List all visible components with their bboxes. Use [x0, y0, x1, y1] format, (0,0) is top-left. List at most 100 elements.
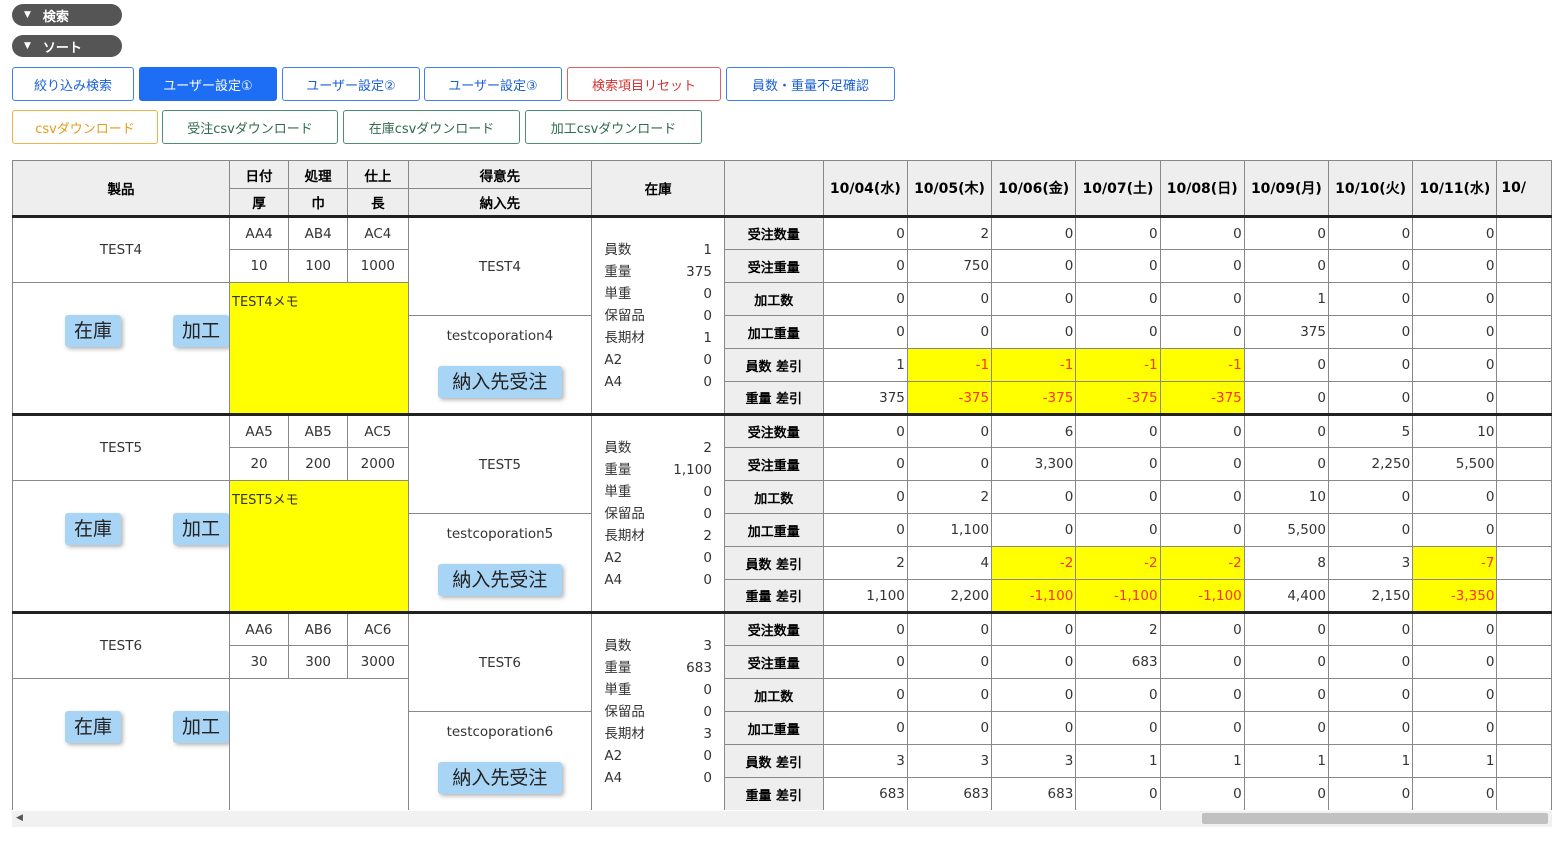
metric-value: 3 [906, 744, 993, 778]
button-btn-row2-0[interactable]: csvダウンロード [12, 110, 158, 144]
metric-label: 加工重量 [723, 513, 824, 547]
sort-toggle-label: ソート [42, 40, 82, 56]
scroll-left-arrow-icon[interactable]: ◀ [16, 813, 23, 823]
metric-value: 0 [906, 611, 993, 646]
metric-value-cut [1496, 413, 1552, 448]
button-btn-row2-1[interactable]: 受注csvダウンロード [162, 110, 338, 144]
search-toggle[interactable]: ▼ 検索 [12, 4, 122, 26]
metric-value: 0 [1075, 413, 1161, 448]
button-btn-row1-1[interactable]: ユーザー設定① [139, 67, 277, 101]
metric-value: 0 [1243, 711, 1329, 745]
stock-label: 重量 [604, 263, 632, 280]
metric-label: 加工重量 [723, 711, 824, 745]
metric-value: 0 [1412, 315, 1498, 349]
metric-value: 0 [822, 282, 908, 316]
stock-value: 0 [703, 770, 712, 786]
ship-order-button[interactable]: 納入先受注 [437, 762, 562, 794]
button-btn-row2-3[interactable]: 加工csvダウンロード [525, 110, 702, 144]
metric-label: 加工数 [723, 480, 824, 514]
stock-button[interactable]: 在庫 [65, 711, 121, 743]
ship-order-button[interactable]: 納入先受注 [437, 564, 562, 596]
metric-value: 683 [822, 777, 908, 810]
metric-value: 0 [1243, 348, 1329, 382]
stock-line: 重量 683 [604, 657, 712, 679]
metric-label: 受注数量 [723, 215, 824, 250]
metric-value: 2 [906, 480, 993, 514]
product-dimension: 20 [228, 447, 290, 481]
stock-label: A2 [604, 351, 623, 368]
metric-value: 0 [1075, 282, 1161, 316]
product-code: AA6 [228, 611, 290, 646]
product-dimension: 100 [288, 249, 349, 283]
metric-value: 3,300 [991, 447, 1077, 481]
metric-value: 0 [1075, 711, 1161, 745]
product-dimension: 30 [228, 645, 290, 679]
stock-line: A4 0 [604, 767, 712, 789]
metric-value: 0 [1159, 678, 1245, 712]
metric-value: 0 [1243, 215, 1329, 250]
metric-value: 0 [991, 480, 1077, 514]
metric-value: 0 [906, 711, 993, 745]
metric-value: 0 [1075, 215, 1161, 250]
stock-value: 0 [703, 505, 712, 522]
scrollbar-thumb[interactable] [1202, 813, 1548, 824]
metric-value: 10 [1412, 413, 1498, 448]
button-btn-row1-2[interactable]: ユーザー設定② [282, 67, 420, 101]
button-btn-row1-5[interactable]: 員数・重量不足確認 [726, 67, 895, 101]
metric-value: -1 [991, 348, 1077, 382]
stock-value: 0 [703, 351, 712, 368]
stock-line: 重量 375 [604, 261, 712, 283]
stock-value: 683 [686, 660, 712, 676]
metric-value: -375 [906, 381, 993, 415]
stock-summary: 員数 3 重量 683 単重 0 保留品 0 長期材 3 A2 0 A4 0 [591, 611, 725, 810]
metric-value: -375 [1075, 381, 1161, 415]
ship-to-cell: testcoporation4 納入先受注 [407, 315, 593, 415]
sort-toggle[interactable]: ▼ ソート [12, 35, 122, 57]
stock-label: A2 [604, 748, 623, 764]
metric-value: 0 [906, 315, 993, 349]
metric-value: -3,350 [1412, 579, 1498, 613]
horizontal-scrollbar[interactable]: ◀ [12, 811, 1552, 827]
metric-value: 0 [1243, 777, 1329, 810]
stock-label: A2 [604, 549, 623, 566]
header-date-1: 10/05(木) [906, 160, 993, 217]
metric-value: 0 [1327, 249, 1414, 283]
stock-line: 単重 0 [604, 481, 712, 503]
metric-value: 2,200 [906, 579, 993, 613]
header-product: 製品 [12, 160, 230, 217]
process-button[interactable]: 加工 [173, 513, 229, 545]
button-btn-row2-2[interactable]: 在庫csvダウンロード [343, 110, 520, 144]
metric-value: 5 [1327, 413, 1414, 448]
metric-value: 0 [1159, 777, 1245, 810]
button-btn-row1-0[interactable]: 絞り込み検索 [12, 67, 134, 101]
metric-value: 0 [1243, 645, 1329, 679]
metric-value: 1 [1327, 744, 1414, 778]
header-date-3: 10/07(土) [1075, 160, 1161, 217]
metric-label: 受注重量 [723, 645, 824, 679]
process-button[interactable]: 加工 [173, 711, 229, 743]
stock-button[interactable]: 在庫 [65, 513, 121, 545]
chevron-down-icon: ▼ [24, 10, 31, 20]
metric-value: 2,250 [1327, 447, 1414, 481]
button-btn-row1-4[interactable]: 検索項目リセット [567, 67, 721, 101]
metric-value: 0 [1412, 777, 1498, 810]
table-row: 在庫 加工 TEST5メモ 加工数 0 2 0 0 0 10 0 0 [12, 480, 1552, 613]
metric-value: 0 [1243, 413, 1329, 448]
button-btn-row1-3[interactable]: ユーザー設定③ [424, 67, 562, 101]
metric-value: 0 [1075, 678, 1161, 712]
metric-value: 1 [1243, 744, 1329, 778]
stock-line: A4 0 [604, 371, 712, 393]
process-button[interactable]: 加工 [173, 315, 229, 347]
ship-order-button[interactable]: 納入先受注 [437, 366, 562, 398]
metric-value: -2 [1075, 546, 1161, 580]
metric-value: 1 [1412, 744, 1498, 778]
metric-label: 重量 差引 [723, 381, 824, 415]
metric-label: 受注重量 [723, 447, 824, 481]
table-row: TEST5 AA5 AB5 AC5 TEST5 員数 2 重量 1,100 単重 0 保留品 0 長期材 2… [12, 413, 1552, 613]
header-date: 日付 [228, 160, 290, 189]
metric-value: 375 [822, 381, 908, 415]
stock-button[interactable]: 在庫 [65, 315, 121, 347]
header-thickness: 厚 [228, 188, 290, 217]
metric-value-cut [1496, 579, 1552, 613]
stock-value: 1 [703, 241, 712, 258]
